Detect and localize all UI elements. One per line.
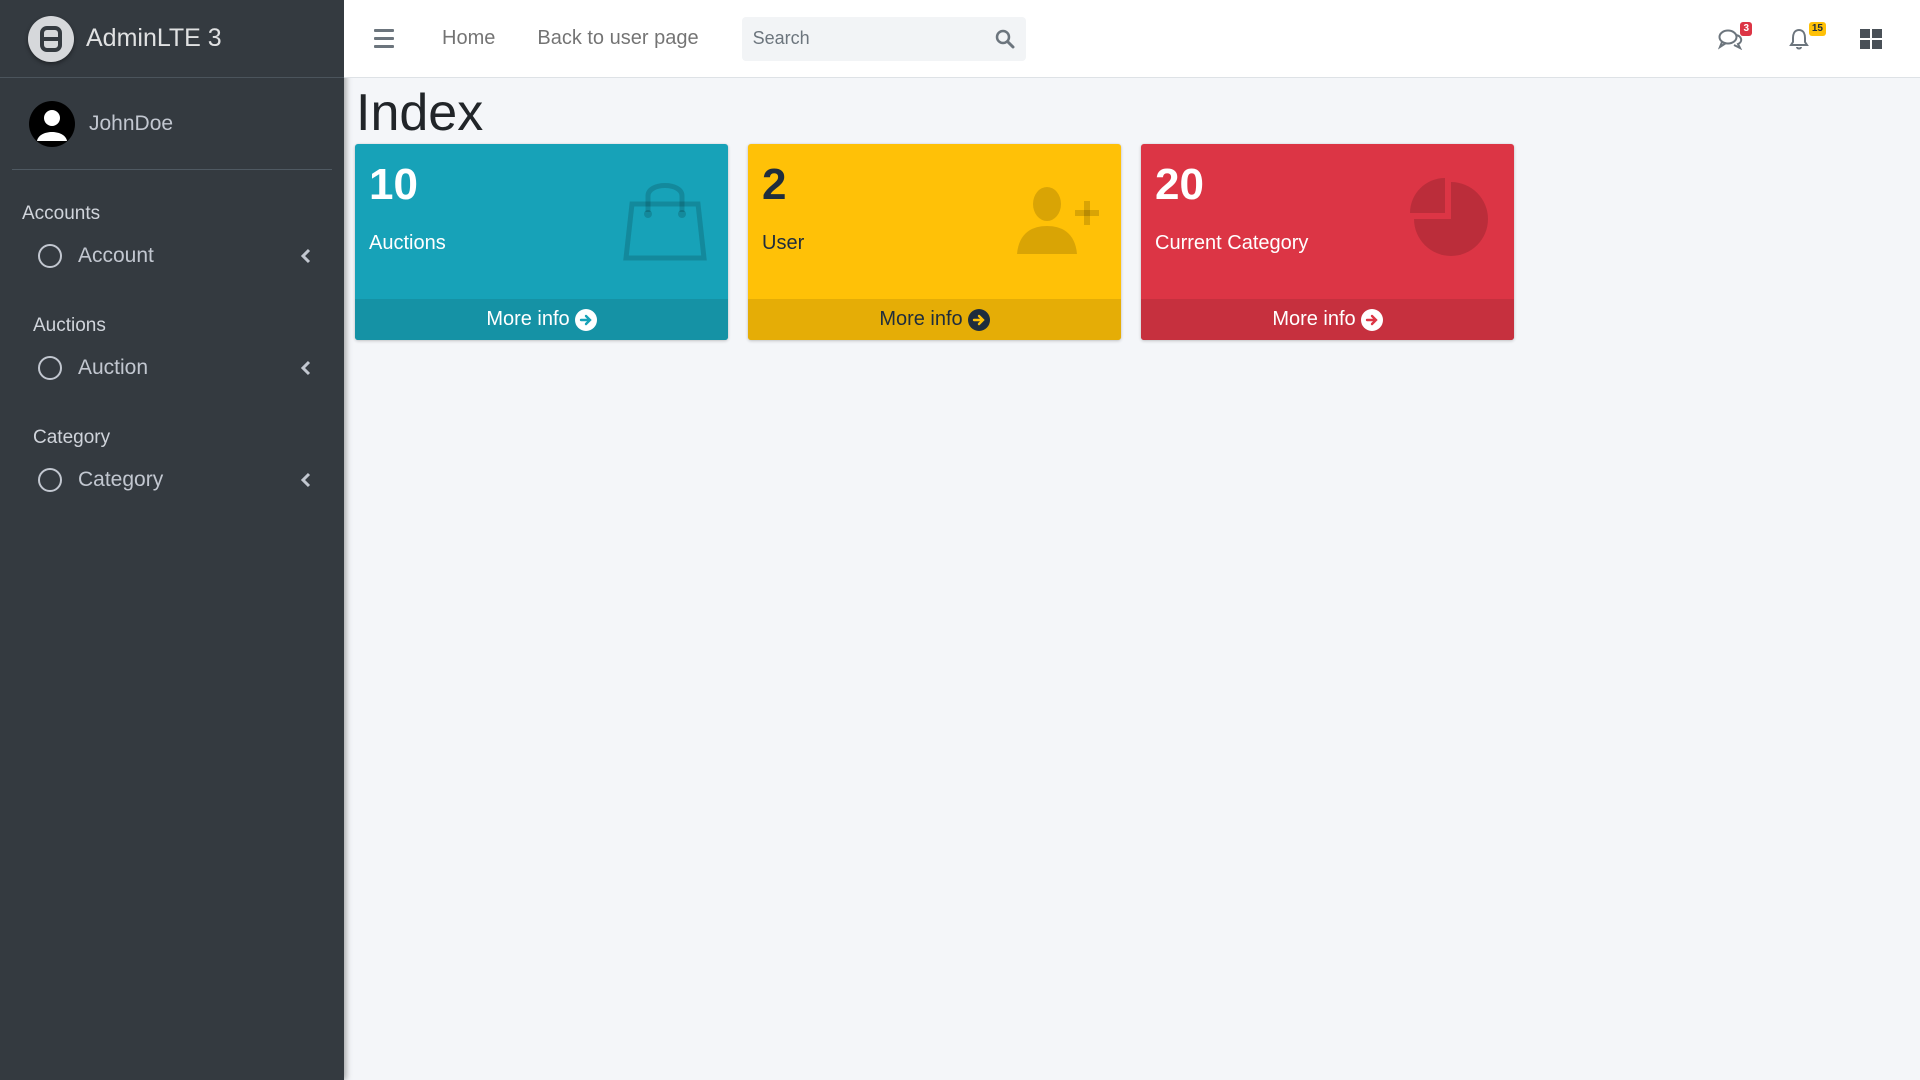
- main-sidebar: AdminLTE 3 JohnDoe Accounts Account Auct…: [0, 0, 344, 1080]
- chevron-left-icon: [296, 246, 316, 266]
- small-box-label: Auctions: [369, 232, 446, 254]
- search-input[interactable]: [741, 16, 985, 61]
- nav-header-accounts: Accounts: [22, 203, 101, 224]
- sidebar-item-label: Auction: [78, 356, 149, 379]
- user-avatar-icon: [29, 100, 75, 147]
- top-navbar: Home Back to user page 3 15: [344, 0, 1920, 78]
- sidebar-item-account[interactable]: Account: [0, 230, 344, 282]
- small-box-label: Current Category: [1155, 232, 1309, 254]
- chevron-left-icon: [296, 470, 316, 490]
- small-box-value: 2: [762, 160, 787, 209]
- small-box-value: 10: [369, 160, 418, 209]
- small-box-row: 10 Auctions More info 2 User More info 2…: [355, 144, 1514, 340]
- more-info-link[interactable]: More info: [748, 299, 1121, 340]
- chevron-left-icon: [296, 358, 316, 378]
- small-box-auctions: 10 Auctions More info: [355, 144, 728, 340]
- brand-link[interactable]: AdminLTE 3: [0, 0, 344, 78]
- sidebar-item-label: Account: [78, 244, 154, 267]
- small-box-label: User: [762, 232, 805, 254]
- nav-link-home[interactable]: Home: [442, 27, 495, 50]
- notifications-badge: 15: [1808, 22, 1826, 36]
- user-plus-icon: [1017, 187, 1099, 254]
- messages-button[interactable]: 3: [1716, 22, 1752, 54]
- more-info-link[interactable]: More info: [355, 299, 728, 340]
- user-name[interactable]: JohnDoe: [89, 112, 173, 136]
- small-box-users: 2 User More info: [748, 144, 1121, 340]
- page-title: Index: [356, 84, 484, 142]
- more-info-label: More info: [879, 308, 963, 330]
- more-info-label: More info: [1272, 308, 1356, 330]
- adminlte-logo-icon: [28, 15, 74, 62]
- sidebar-item-category[interactable]: Category: [0, 454, 344, 506]
- search-icon[interactable]: [985, 17, 1026, 61]
- small-box-value: 20: [1155, 160, 1204, 209]
- circle-icon: [38, 356, 62, 380]
- user-panel[interactable]: JohnDoe: [12, 78, 332, 170]
- nav-link-back-to-user-page[interactable]: Back to user page: [537, 27, 698, 50]
- more-info-link[interactable]: More info: [1141, 299, 1514, 340]
- brand-text: AdminLTE 3: [86, 24, 222, 52]
- arrow-circle-right-icon: [967, 308, 990, 331]
- nav-header-category: Category: [33, 427, 111, 448]
- notifications-button[interactable]: 15: [1784, 22, 1826, 54]
- navbar-search: [741, 16, 1026, 61]
- nav-header-auctions: Auctions: [33, 315, 106, 336]
- shopping-bag-icon: [623, 183, 707, 261]
- small-box-category: 20 Current Category More info: [1141, 144, 1514, 340]
- more-info-label: More info: [486, 308, 570, 330]
- hamburger-menu-icon[interactable]: [374, 27, 398, 51]
- sidebar-item-label: Category: [78, 468, 164, 491]
- circle-icon: [38, 244, 62, 268]
- bell-icon: [1789, 28, 1809, 50]
- arrow-circle-right-icon: [1360, 308, 1383, 331]
- pie-chart-icon: [1410, 178, 1488, 256]
- sidebar-item-auction[interactable]: Auction: [0, 342, 344, 394]
- messages-badge: 3: [1740, 22, 1752, 36]
- arrow-circle-right-icon: [574, 308, 597, 331]
- fullscreen-grid-button[interactable]: [1856, 24, 1886, 54]
- circle-icon: [38, 468, 62, 492]
- navbar-right-icons: 3 15: [1716, 0, 1920, 78]
- th-large-icon: [1860, 29, 1882, 49]
